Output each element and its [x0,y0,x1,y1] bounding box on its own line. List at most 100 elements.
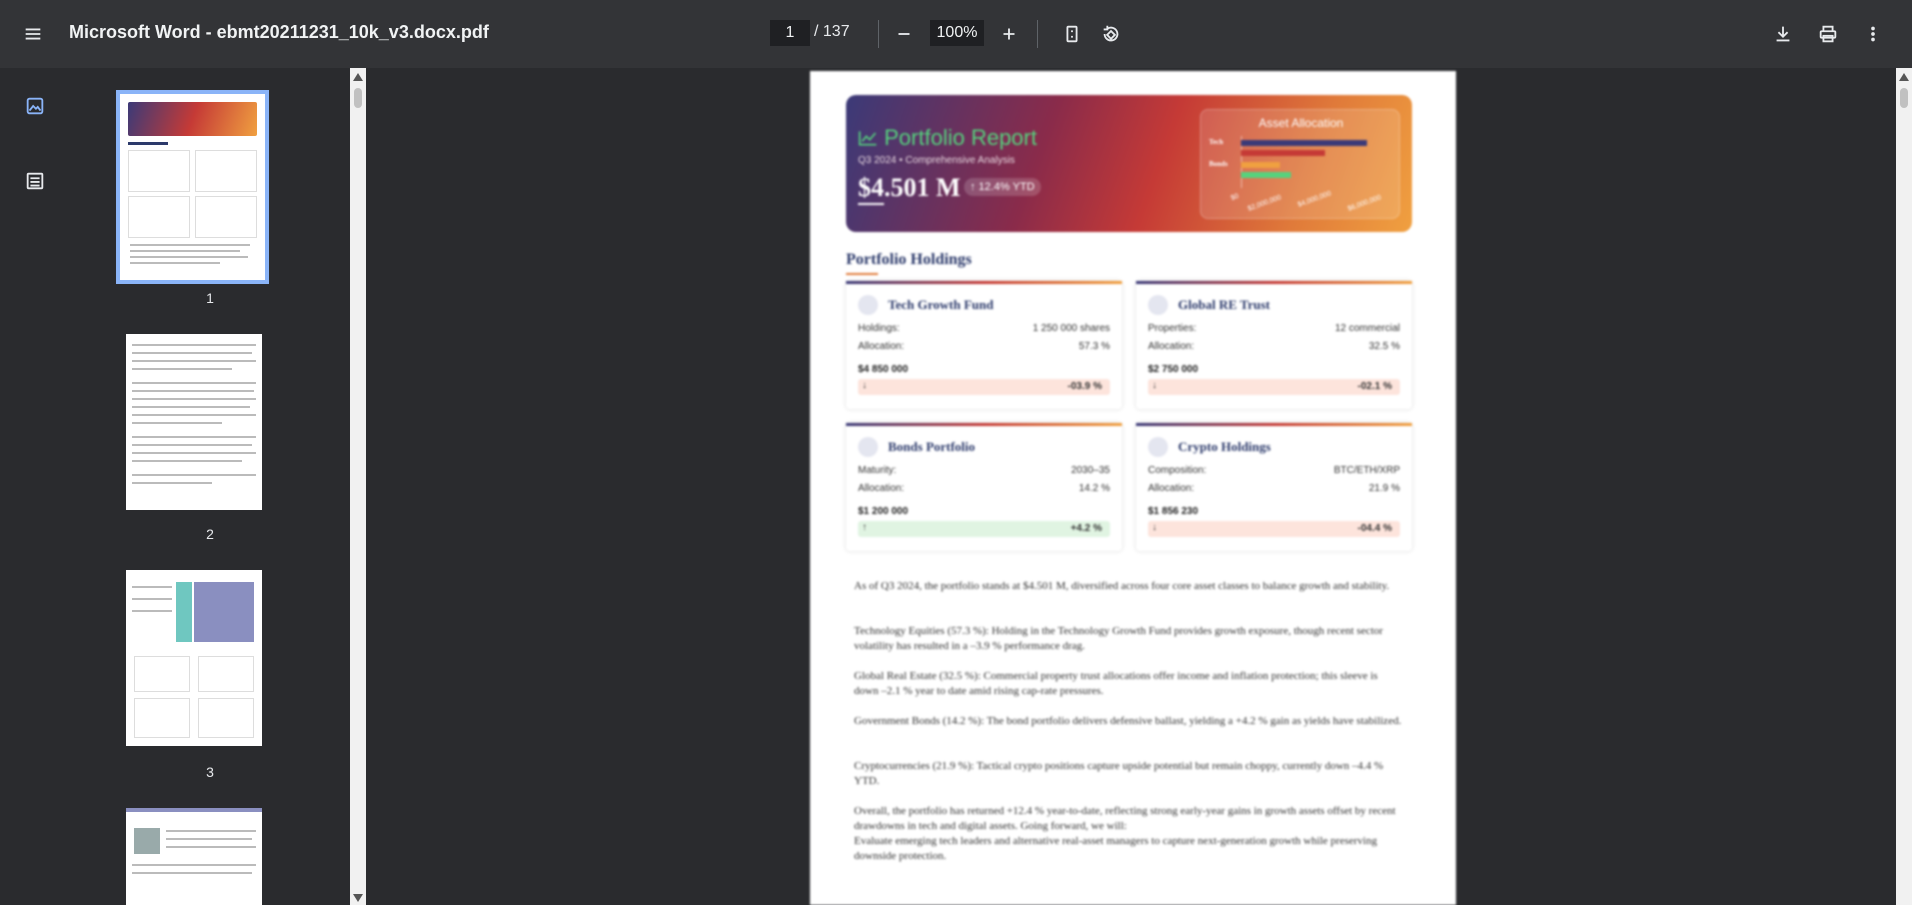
report-subtitle: Q3 2024 • Comprehensive Analysis [858,155,1015,166]
more-options-button[interactable] [1855,16,1891,52]
thumb-table-column [176,582,192,642]
scrollbar-thumb[interactable] [354,88,362,108]
thumbnail-label: 1 [206,290,214,306]
print-button[interactable] [1810,16,1846,52]
outline-icon[interactable] [17,163,53,199]
page-number-input[interactable]: 1 [770,20,810,46]
zoom-in-button[interactable] [991,16,1027,52]
card-amount: $4 850 000 [858,364,909,375]
body-paragraph: Overall, the portfolio has returned +12.… [854,805,1396,832]
thumb-text-line [132,360,256,362]
toolbar-divider [878,20,879,48]
scroll-up-arrow[interactable] [1899,73,1909,81]
document-title: Microsoft Word - ebmt20211231_10k_v3.doc… [69,22,489,42]
performance-value: -04.4 % [1357,523,1392,534]
card-accent-bar [1136,423,1412,426]
scroll-up-arrow[interactable] [353,73,363,81]
card-row-label: Properties: [1148,323,1197,334]
pdf-page: Portfolio Report Q3 2024 • Comprehensive… [810,71,1456,905]
chip-icon [858,295,878,315]
thumb-text-line [166,838,252,840]
building-icon [1148,295,1168,315]
toolbar-divider [1037,20,1038,48]
thumb-text-line [132,344,256,346]
scroll-down-arrow[interactable] [353,894,363,902]
thumb-text-line [130,244,250,246]
thumb-text-line [166,846,256,848]
print-icon [1819,25,1837,43]
scrollbar-thumb[interactable] [1900,88,1908,108]
body-paragraph: Global Real Estate (32.5 %): Commercial … [854,670,1378,697]
thumbnail-page-2[interactable] [126,334,262,510]
bank-icon [858,437,878,457]
arrow-up-icon: ↑ [862,522,867,533]
thumbnail-scrollbar[interactable] [350,68,366,905]
thumb-text-line [132,414,256,416]
zoom-input[interactable]: 100% [930,20,984,46]
arrow-down-icon: ↓ [862,380,867,391]
arrow-down-icon: ↓ [1152,380,1157,391]
holding-card: Bonds Portfolio Maturity: 2030–35 Alloca… [846,423,1122,551]
download-icon [1776,26,1790,42]
thumbnail-page-3[interactable] [126,570,262,746]
thumb-text-line [132,390,254,392]
thumb-text-line [132,444,252,446]
report-hero: Portfolio Report Q3 2024 • Comprehensive… [846,95,1412,232]
allocation-tick: $6,000,000 [1346,194,1383,213]
thumb-card [195,196,257,238]
rotate-button[interactable] [1093,16,1129,52]
coins-icon [1148,437,1168,457]
thumb-text-line [132,482,212,484]
card-row-label: Allocation: [858,341,905,352]
report-title-text: Portfolio Report [884,125,1037,150]
toolbar: Microsoft Word - ebmt20211231_10k_v3.doc… [0,0,1912,68]
fit-page-button[interactable] [1054,16,1090,52]
allocation-label-tech: Tech [1209,138,1224,146]
page-total: / 137 [814,23,850,40]
thumb-chart [134,698,190,738]
thumb-heading [128,142,168,145]
portfolio-value: $4.501 M [858,173,961,202]
more-vert-icon [1871,26,1875,42]
card-amount: $2 750 000 [1148,364,1199,375]
card-row-value: 14.2 % [1078,483,1110,494]
performance-bar: ↓ -02.1 % [1148,379,1400,395]
download-button[interactable] [1765,16,1801,52]
plus-icon [1003,28,1015,40]
document-scrollbar[interactable] [1896,68,1912,905]
card-title: Bonds Portfolio [888,439,976,454]
menu-icon[interactable] [15,16,51,52]
thumb-photo [134,828,160,854]
thumb-text-line [132,452,256,454]
document-viewer: Portfolio Report Q3 2024 • Comprehensive… [366,68,1896,905]
thumb-text-line [132,598,172,600]
performance-bar: ↑ +4.2 % [858,521,1110,537]
card-amount: $1 856 230 [1148,506,1199,517]
allocation-bar-crypto [1241,172,1291,178]
thumb-text-line [132,872,252,874]
thumbnail-panel: 1 2 3 [70,68,350,905]
thumbnail-page-4[interactable] [126,808,262,905]
thumb-text-line [132,474,256,476]
thumb-text-line [132,610,172,612]
zoom-out-button[interactable] [886,16,922,52]
body-paragraph: Evaluate emerging tech leaders and alter… [854,835,1377,862]
allocation-tick: $4,000,000 [1296,190,1333,209]
card-title: Tech Growth Fund [888,297,994,312]
allocation-tick: $2,000,000 [1246,194,1283,213]
thumb-card [128,196,190,238]
holding-card: Global RE Trust Properties: 12 commercia… [1136,281,1412,409]
thumb-text-line [130,256,248,258]
card-row-value: BTC/ETH/XRP [1333,465,1400,476]
thumbnail-page-1[interactable] [116,90,269,284]
card-amount: $1 200 000 [858,506,909,517]
performance-value: -03.9 % [1067,381,1102,392]
holding-card: Crypto Holdings Composition: BTC/ETH/XRP… [1136,423,1412,551]
card-accent-bar [1136,281,1412,284]
card-row-label: Maturity: [858,465,897,476]
thumbnails-icon[interactable] [17,88,53,124]
thumbnail-label: 2 [206,526,214,542]
thumb-text-line [132,460,242,462]
allocation-title: Asset Allocation [1258,116,1344,130]
card-row-value: 12 commercial [1334,323,1400,334]
